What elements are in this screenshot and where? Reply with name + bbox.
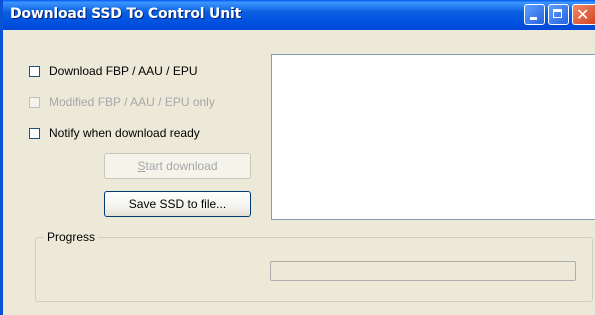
maximize-button[interactable] — [548, 4, 569, 25]
start-download-label: Start download — [137, 159, 218, 173]
modified-only-label: Modified FBP / AAU / EPU only — [49, 95, 215, 109]
minimize-button[interactable] — [524, 4, 545, 25]
download-fbp-option[interactable]: Download FBP / AAU / EPU — [29, 63, 198, 79]
notify-ready-label: Notify when download ready — [49, 126, 200, 140]
modified-only-option: Modified FBP / AAU / EPU only — [29, 94, 215, 110]
modified-only-checkbox — [29, 96, 40, 108]
close-icon: ✕ — [576, 5, 590, 24]
download-fbp-label: Download FBP / AAU / EPU — [49, 64, 198, 78]
notify-ready-checkbox[interactable] — [29, 127, 40, 139]
minimize-icon — [530, 17, 537, 20]
title-bar[interactable]: Download SSD To Control Unit ✕ — [3, 0, 595, 30]
output-listbox[interactable] — [271, 54, 595, 220]
maximize-icon — [553, 9, 562, 18]
download-fbp-checkbox[interactable] — [29, 65, 40, 77]
close-button[interactable]: ✕ — [572, 4, 595, 25]
notify-ready-option[interactable]: Notify when download ready — [29, 125, 200, 141]
save-ssd-button[interactable]: Save SSD to file... — [104, 191, 251, 217]
progress-group-label: Progress — [44, 230, 99, 244]
save-ssd-label: Save SSD to file... — [128, 197, 227, 211]
download-ssd-window: Download SSD To Control Unit ✕ Download … — [0, 0, 595, 315]
window-title: Download SSD To Control Unit — [10, 6, 242, 22]
start-download-button: Start download — [104, 153, 251, 179]
download-progress-bar — [270, 261, 576, 281]
